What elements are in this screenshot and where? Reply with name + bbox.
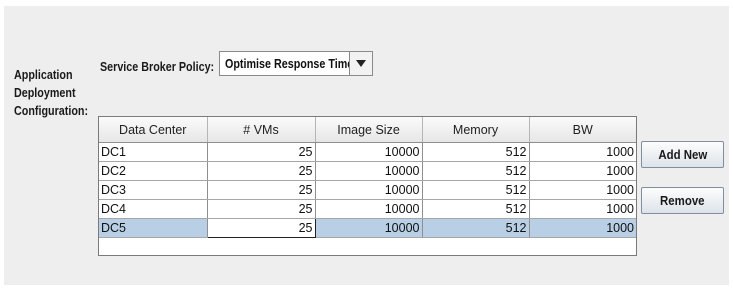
add-new-button[interactable]: Add New — [641, 141, 724, 168]
broker-policy-value: Optimise Response Time — [225, 57, 354, 71]
cell-memory[interactable]: 512 — [422, 161, 530, 181]
broker-policy-label: Service Broker Policy: — [100, 60, 215, 74]
cell-bw[interactable]: 1000 — [529, 218, 636, 238]
cell-vms-editor[interactable]: 25 — [206, 218, 316, 238]
dropdown-arrow-button[interactable] — [349, 52, 372, 75]
app-deployment-label: Application Deployment Configuration: — [14, 66, 88, 120]
cell-image-size[interactable]: 10000 — [315, 180, 423, 200]
cell-vms[interactable]: 25 — [207, 180, 316, 200]
cell-memory[interactable]: 512 — [422, 199, 530, 219]
remove-button[interactable]: Remove — [641, 187, 724, 214]
table-row-selected[interactable]: DC5 25 10000 512 1000 — [99, 218, 636, 238]
cell-bw[interactable]: 1000 — [529, 161, 636, 181]
cell-datacenter[interactable]: DC3 — [99, 180, 208, 200]
cell-image-size[interactable]: 10000 — [315, 199, 423, 219]
column-header-memory[interactable]: Memory — [422, 117, 530, 143]
table-row[interactable]: DC1 25 10000 512 1000 — [99, 142, 636, 162]
cell-memory[interactable]: 512 — [422, 180, 530, 200]
cell-image-size[interactable]: 10000 — [315, 142, 423, 162]
cell-image-size[interactable]: 10000 — [315, 161, 423, 181]
app-deployment-label-line1: Application — [14, 68, 73, 82]
datacenter-table[interactable]: Data Center # VMs Image Size Memory BW D… — [98, 116, 637, 256]
cell-datacenter[interactable]: DC1 — [99, 142, 208, 162]
cell-vms[interactable]: 25 — [207, 161, 316, 181]
app-deployment-label-line3: Configuration: — [14, 104, 89, 118]
table-row[interactable]: DC2 25 10000 512 1000 — [99, 161, 636, 181]
column-header-datacenter[interactable]: Data Center — [99, 117, 208, 143]
remove-label: Remove — [660, 193, 705, 208]
cell-bw[interactable]: 1000 — [529, 180, 636, 200]
cell-datacenter[interactable]: DC2 — [99, 161, 208, 181]
table-row[interactable]: DC4 25 10000 512 1000 — [99, 199, 636, 219]
column-header-image-size[interactable]: Image Size — [315, 117, 423, 143]
cell-datacenter[interactable]: DC4 — [99, 199, 208, 219]
add-new-label: Add New — [658, 147, 707, 162]
column-header-bw[interactable]: BW — [529, 117, 636, 143]
column-header-vms[interactable]: # VMs — [207, 117, 316, 143]
table-row[interactable]: DC3 25 10000 512 1000 — [99, 180, 636, 200]
cell-datacenter[interactable]: DC5 — [99, 218, 208, 238]
broker-policy-select[interactable]: Optimise Response Time — [219, 51, 373, 76]
cell-bw[interactable]: 1000 — [529, 142, 636, 162]
triangle-down-icon — [356, 60, 366, 67]
cell-image-size[interactable]: 10000 — [315, 218, 423, 238]
cell-vms[interactable]: 25 — [207, 142, 316, 162]
cell-bw[interactable]: 1000 — [529, 199, 636, 219]
cell-memory[interactable]: 512 — [422, 142, 530, 162]
table-header-row: Data Center # VMs Image Size Memory BW — [99, 117, 636, 143]
app-deployment-label-line2: Deployment — [14, 86, 76, 100]
cell-vms[interactable]: 25 — [207, 199, 316, 219]
cell-memory[interactable]: 512 — [422, 218, 530, 238]
